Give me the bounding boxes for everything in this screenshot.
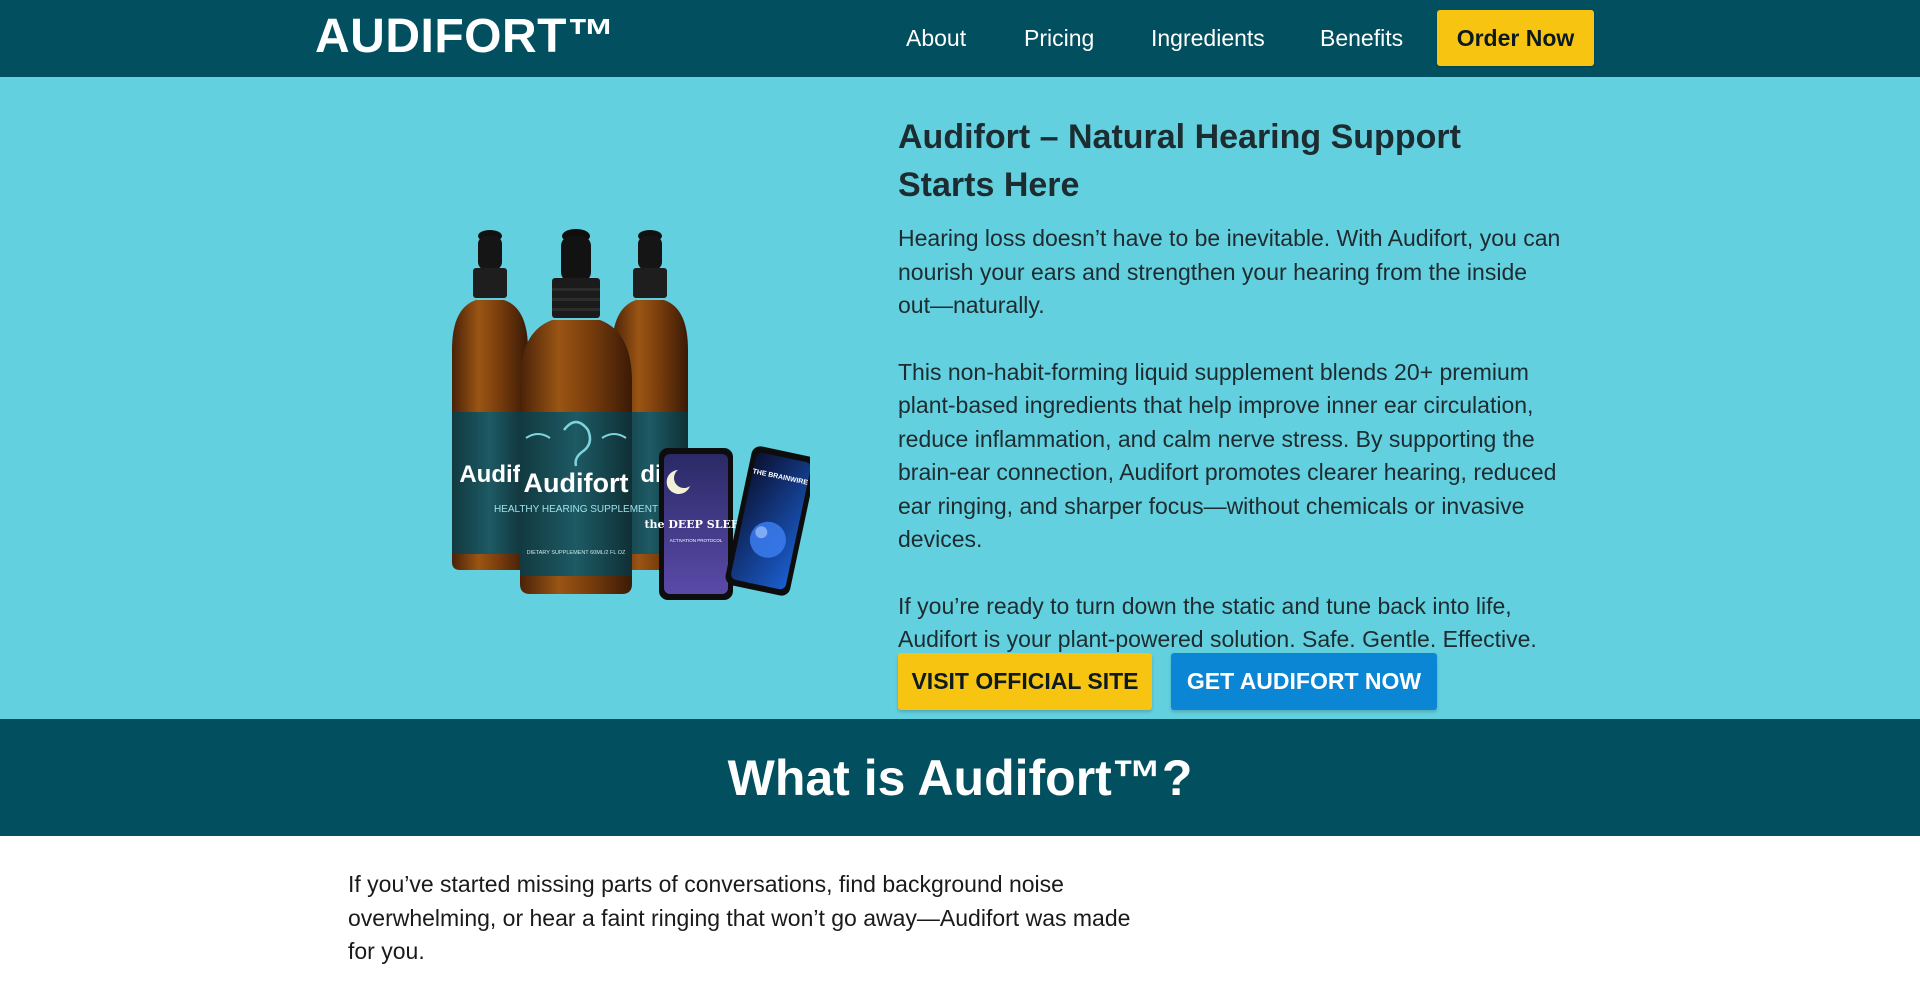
get-audifort-now-button[interactable]: GET AUDIFORT NOW [1171, 653, 1437, 710]
nav-ingredients[interactable]: Ingredients [1151, 23, 1265, 53]
section-intro-text: If you’ve started missing parts of conve… [348, 871, 1131, 964]
hero-paragraph-3: If you’re ready to turn down the static … [898, 592, 1537, 653]
hero-title: Audifort – Natural Hearing Support Start… [898, 118, 1461, 204]
nav-about[interactable]: About [906, 23, 966, 53]
nav-benefits[interactable]: Benefits [1320, 23, 1403, 53]
bottle-fine-print: DIETARY SUPPLEMENT 60ML/2 FL OZ [527, 550, 626, 556]
site-header: AUDIFORT™ About Pricing Ingredients Bene… [0, 0, 1920, 77]
bottle-subtitle-text: HEALTHY HEARING SUPPLEMENT [494, 504, 658, 515]
product-bundle-image: Audif dif Audifort HEALTHY HEARING SUPPL… [452, 229, 810, 600]
hero-paragraph-2: This non-habit-forming liquid supplement… [898, 358, 1557, 553]
bonus-deep-sleep-title: the DEEP SLEEP [644, 518, 747, 531]
nav-pricing[interactable]: Pricing [1024, 23, 1094, 53]
svg-text:Audif: Audif [459, 461, 521, 488]
site-logo[interactable]: AUDIFORT™ [315, 8, 615, 66]
bonus-deep-sleep-subtitle: ACTIVATION PROTOCOL [670, 538, 723, 543]
section-title: What is Audifort™? [727, 749, 1193, 806]
hero-text-block: Audifort – Natural Hearing Support Start… [898, 113, 1563, 657]
what-is-section-header: What is Audifort™? [0, 719, 1920, 836]
order-now-button[interactable]: Order Now [1437, 10, 1594, 66]
bottle-left: Audif [452, 230, 528, 570]
hero-paragraph-1: Hearing loss doesn’t have to be inevitab… [898, 225, 1561, 318]
visit-official-site-button[interactable]: VISIT OFFICIAL SITE [898, 653, 1152, 710]
bottle-brand-text: Audifort [524, 468, 629, 498]
